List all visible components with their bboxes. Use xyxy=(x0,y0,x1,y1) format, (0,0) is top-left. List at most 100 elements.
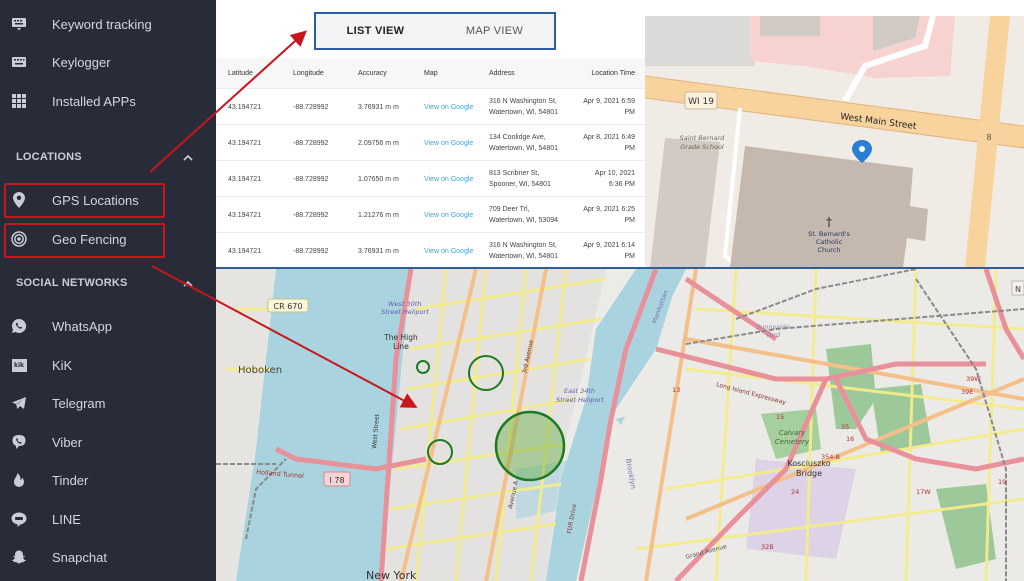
map-label-calvary-1: Calvary xyxy=(779,429,806,437)
map-label-i78: I 78 xyxy=(329,476,344,485)
sidebar-item-installed-apps[interactable]: Installed APPs xyxy=(0,84,216,118)
address-line-1: 813 Scribner St, xyxy=(489,170,540,177)
keyword-tracking-icon xyxy=(10,15,28,33)
time-line-1: Apr 9, 2021 6:14 xyxy=(583,242,635,249)
column-header-location-time[interactable]: Location Time xyxy=(565,58,635,88)
map-label-cr670: CR 670 xyxy=(274,302,303,311)
table-row: 43.194721 -88.728992 2.09756 m m View on… xyxy=(216,124,645,160)
chevron-up-icon[interactable] xyxy=(182,151,194,163)
cell-location-time: Apr 9, 2021 6:25 PM xyxy=(565,197,635,233)
section-header-social-networks[interactable]: SOCIAL NETWORKS xyxy=(0,271,216,295)
cell-longitude: -88.728992 xyxy=(293,103,329,111)
view-on-google-link[interactable]: View on Google xyxy=(424,161,473,197)
location-detail-map[interactable]: WI 19 West Main Street Saint Bernard Gra… xyxy=(645,16,1024,268)
tinder-icon xyxy=(10,471,28,489)
address-line-2: Watertown, WI, 54801 xyxy=(489,109,558,116)
view-toggle: LIST VIEW MAP VIEW xyxy=(314,12,556,50)
map-label-heliport-e-1: East 34th xyxy=(564,387,595,395)
cell-latitude: 43.194721 xyxy=(228,211,262,219)
time-line-2: PM xyxy=(624,109,636,116)
snapchat-icon xyxy=(10,548,28,566)
sidebar-item-label: Keyword tracking xyxy=(52,16,152,32)
map-label-exit-17w: 17W xyxy=(916,488,931,496)
table-row: 43.194721 -88.728992 3.76931 m m View on… xyxy=(216,88,645,124)
time-line-1: Apr 8, 2021 6:49 xyxy=(583,134,635,141)
time-line-2: PM xyxy=(624,217,636,224)
tab-map-view[interactable]: MAP VIEW xyxy=(435,14,554,48)
cell-longitude: -88.728992 xyxy=(293,175,329,183)
sidebar-item-gps-locations[interactable]: GPS Locations xyxy=(0,183,216,217)
map-label-sunnyside-1: Sunnyside xyxy=(756,323,790,331)
tab-list-view[interactable]: LIST VIEW xyxy=(316,14,435,48)
sidebar-item-line[interactable]: LINE xyxy=(0,502,216,536)
view-on-google-link[interactable]: View on Google xyxy=(424,233,473,269)
time-line-1: Apr 10, 2021 xyxy=(594,170,635,177)
map-label-heliport-e-2: Street Heliport xyxy=(556,396,604,404)
address-line-2: Watertown, WI, 54801 xyxy=(489,253,558,260)
school-label-1: Saint Bernard xyxy=(680,134,726,142)
cell-accuracy: 3.76931 m m xyxy=(358,247,399,255)
cell-location-time: Apr 8, 2021 6:49 PM xyxy=(565,125,635,161)
telegram-icon xyxy=(10,394,28,412)
address-line-2: Spooner, WI, 54801 xyxy=(489,181,551,188)
map-label-heliport-w-2: Street Heliport xyxy=(381,308,429,316)
sidebar-item-keylogger[interactable]: Keylogger xyxy=(0,45,216,79)
column-header-accuracy[interactable]: Accuracy xyxy=(358,58,387,88)
cell-latitude: 43.194721 xyxy=(228,175,262,183)
cell-accuracy: 3.76931 m m xyxy=(358,103,399,111)
map-label-kosciuszko-2: Bridge xyxy=(796,469,822,478)
table-row: 43.194721 -88.728992 1.21276 m m View on… xyxy=(216,196,645,232)
cell-longitude: -88.728992 xyxy=(293,139,329,147)
kik-glyph: kik xyxy=(11,358,27,372)
address-line-1: 134 Coolidge Ave, xyxy=(489,134,546,141)
map-label-exit-24: 24 xyxy=(791,488,799,496)
map-label-sunnyside-2: Yard xyxy=(766,331,781,339)
address-line-1: 316 N Washington St, xyxy=(489,98,557,105)
sidebar-item-label: Snapchat xyxy=(52,549,107,565)
section-header-locations[interactable]: LOCATIONS xyxy=(0,145,216,169)
sidebar-item-geo-fencing[interactable]: Geo Fencing xyxy=(0,222,216,256)
chevron-up-icon[interactable] xyxy=(182,277,194,289)
church-label-3: Church xyxy=(817,246,840,254)
time-line-1: Apr 9, 2021 6:59 xyxy=(583,98,635,105)
map-label-exit-32b: 32B xyxy=(761,543,774,551)
kik-icon: kik xyxy=(10,356,28,374)
sidebar-item-telegram[interactable]: Telegram xyxy=(0,386,216,420)
apps-grid-icon xyxy=(10,92,28,110)
map-label-n: N xyxy=(1015,285,1021,294)
address-line-2: Watertown, WI, 53094 xyxy=(489,217,558,224)
sidebar-item-viber[interactable]: Viber xyxy=(0,425,216,459)
map-label-heliport-w-1: West 30th xyxy=(388,300,421,308)
sidebar-item-whatsapp[interactable]: WhatsApp xyxy=(0,309,216,343)
church-cross-icon: † xyxy=(826,215,832,229)
geofence-circle-large[interactable] xyxy=(494,410,566,482)
cell-accuracy: 2.09756 m m xyxy=(358,139,399,147)
sidebar-item-snapchat[interactable]: Snapchat xyxy=(0,540,216,574)
section-title: LOCATIONS xyxy=(16,151,82,163)
sidebar-item-label: Geo Fencing xyxy=(52,231,127,247)
column-header-map[interactable]: Map xyxy=(424,58,438,88)
time-line-1: Apr 9, 2021 6:25 xyxy=(583,206,635,213)
keyboard-icon xyxy=(10,53,28,71)
table-row: 43.194721 -88.728992 1.07650 m m View on… xyxy=(216,160,645,196)
view-on-google-link[interactable]: View on Google xyxy=(424,125,473,161)
view-on-google-link[interactable]: View on Google xyxy=(424,89,473,125)
column-header-latitude[interactable]: Latitude xyxy=(228,58,253,88)
column-header-longitude[interactable]: Longitude xyxy=(293,58,324,88)
sidebar-item-tinder[interactable]: Tinder xyxy=(0,463,216,497)
sidebar-item-label: Installed APPs xyxy=(52,93,136,109)
map-label-exit-15: 15 xyxy=(776,413,784,421)
map-label-exit-39w: 39W xyxy=(966,375,981,383)
address-line-1: 316 N Washington St, xyxy=(489,242,557,249)
address-line-2: Watertown, WI, 54801 xyxy=(489,145,558,152)
map-label-exit-39e: 39E xyxy=(961,388,973,396)
map-label-exit-19: 19 xyxy=(998,478,1006,486)
sidebar-item-label: Viber xyxy=(52,434,83,450)
wi-19-shield: WI 19 xyxy=(684,91,718,110)
view-on-google-link[interactable]: View on Google xyxy=(424,197,473,233)
sidebar-item-label: Telegram xyxy=(52,395,106,411)
sidebar-item-kik[interactable]: kik KiK xyxy=(0,348,216,382)
church-label-1: St. Bernard's xyxy=(808,230,850,238)
geofence-map[interactable]: CR 670 Hoboken West 30th Street Heliport… xyxy=(216,269,1024,581)
sidebar-item-keyword-tracking[interactable]: Keyword tracking xyxy=(0,7,216,41)
